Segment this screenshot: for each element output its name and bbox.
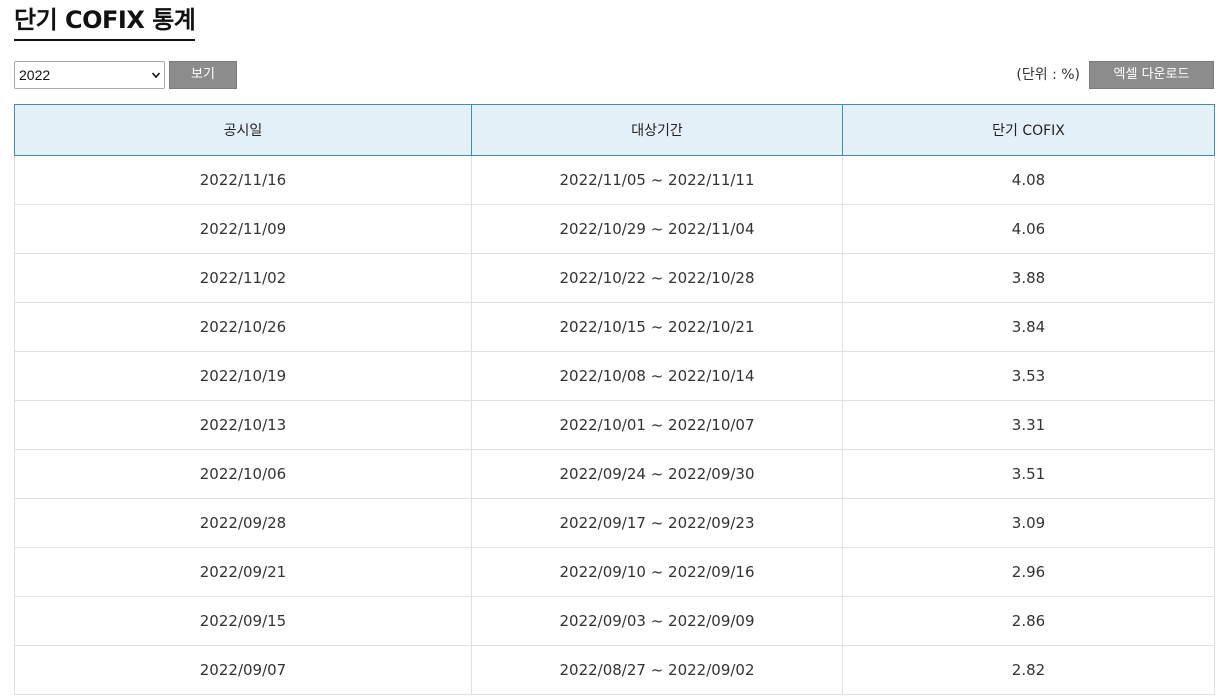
cell-cofix-rate: 2.82 — [842, 645, 1215, 695]
cell-target-period: 2022/11/05 ~ 2022/11/11 — [471, 155, 843, 205]
table-row: 2022/09/15 2022/09/03 ~ 2022/09/09 2.86 — [14, 596, 1215, 646]
page-title: 단기 COFIX 통계 — [14, 4, 196, 41]
cell-target-period: 2022/10/29 ~ 2022/11/04 — [471, 204, 843, 254]
cell-announce-date: 2022/11/16 — [14, 155, 472, 205]
table-row: 2022/11/09 2022/10/29 ~ 2022/11/04 4.06 — [14, 204, 1215, 254]
cell-announce-date: 2022/10/06 — [14, 449, 472, 499]
table-row: 2022/10/19 2022/10/08 ~ 2022/10/14 3.53 — [14, 351, 1215, 401]
cell-target-period: 2022/10/08 ~ 2022/10/14 — [471, 351, 843, 401]
table-row: 2022/11/16 2022/11/05 ~ 2022/11/11 4.08 — [14, 155, 1215, 205]
cell-target-period: 2022/10/15 ~ 2022/10/21 — [471, 302, 843, 352]
cell-announce-date: 2022/09/07 — [14, 645, 472, 695]
cell-cofix-rate: 3.51 — [842, 449, 1215, 499]
table-row: 2022/10/06 2022/09/24 ~ 2022/09/30 3.51 — [14, 449, 1215, 499]
column-header-period: 대상기간 — [471, 104, 843, 156]
table-row: 2022/11/02 2022/10/22 ~ 2022/10/28 3.88 — [14, 253, 1215, 303]
cell-target-period: 2022/10/01 ~ 2022/10/07 — [471, 400, 843, 450]
year-select[interactable]: 2022 — [14, 61, 165, 89]
unit-label: (단위 : %) — [1016, 67, 1080, 83]
year-select-value: 2022 — [19, 67, 51, 83]
cell-announce-date: 2022/09/15 — [14, 596, 472, 646]
column-header-rate: 단기 COFIX — [842, 104, 1215, 156]
cell-cofix-rate: 4.06 — [842, 204, 1215, 254]
cell-announce-date: 2022/11/02 — [14, 253, 472, 303]
excel-download-button[interactable]: 엑셀 다운로드 — [1089, 61, 1214, 89]
cell-announce-date: 2022/09/21 — [14, 547, 472, 597]
cell-cofix-rate: 2.96 — [842, 547, 1215, 597]
table-row: 2022/10/26 2022/10/15 ~ 2022/10/21 3.84 — [14, 302, 1215, 352]
column-header-date: 공시일 — [14, 104, 472, 156]
cell-cofix-rate: 3.88 — [842, 253, 1215, 303]
cell-target-period: 2022/09/03 ~ 2022/09/09 — [471, 596, 843, 646]
cell-cofix-rate: 4.08 — [842, 155, 1215, 205]
cell-target-period: 2022/08/27 ~ 2022/09/02 — [471, 645, 843, 695]
cell-announce-date: 2022/10/19 — [14, 351, 472, 401]
table-row: 2022/09/21 2022/09/10 ~ 2022/09/16 2.96 — [14, 547, 1215, 597]
cell-cofix-rate: 3.31 — [842, 400, 1215, 450]
cell-cofix-rate: 3.84 — [842, 302, 1215, 352]
toolbar: 2022 보기 (단위 : %) 엑셀 다운로드 — [14, 61, 1214, 89]
view-button[interactable]: 보기 — [169, 61, 237, 89]
table-header-row: 공시일 대상기간 단기 COFIX — [14, 104, 1215, 156]
cell-cofix-rate: 3.09 — [842, 498, 1215, 548]
cell-target-period: 2022/09/17 ~ 2022/09/23 — [471, 498, 843, 548]
cell-announce-date: 2022/10/26 — [14, 302, 472, 352]
cell-cofix-rate: 2.86 — [842, 596, 1215, 646]
table-body: 2022/11/16 2022/11/05 ~ 2022/11/11 4.08 202… — [14, 155, 1215, 695]
cell-target-period: 2022/09/24 ~ 2022/09/30 — [471, 449, 843, 499]
cofix-table: 공시일 대상기간 단기 COFIX 2022/11/16 2022/11/05 ~… — [14, 104, 1215, 695]
cell-target-period: 2022/10/22 ~ 2022/10/28 — [471, 253, 843, 303]
table-row: 2022/09/07 2022/08/27 ~ 2022/09/02 2.82 — [14, 645, 1215, 695]
cell-target-period: 2022/09/10 ~ 2022/09/16 — [471, 547, 843, 597]
cell-cofix-rate: 3.53 — [842, 351, 1215, 401]
table-row: 2022/09/28 2022/09/17 ~ 2022/09/23 3.09 — [14, 498, 1215, 548]
cell-announce-date: 2022/10/13 — [14, 400, 472, 450]
cell-announce-date: 2022/09/28 — [14, 498, 472, 548]
chevron-down-icon — [152, 72, 160, 79]
table-row: 2022/10/13 2022/10/01 ~ 2022/10/07 3.31 — [14, 400, 1215, 450]
cell-announce-date: 2022/11/09 — [14, 204, 472, 254]
